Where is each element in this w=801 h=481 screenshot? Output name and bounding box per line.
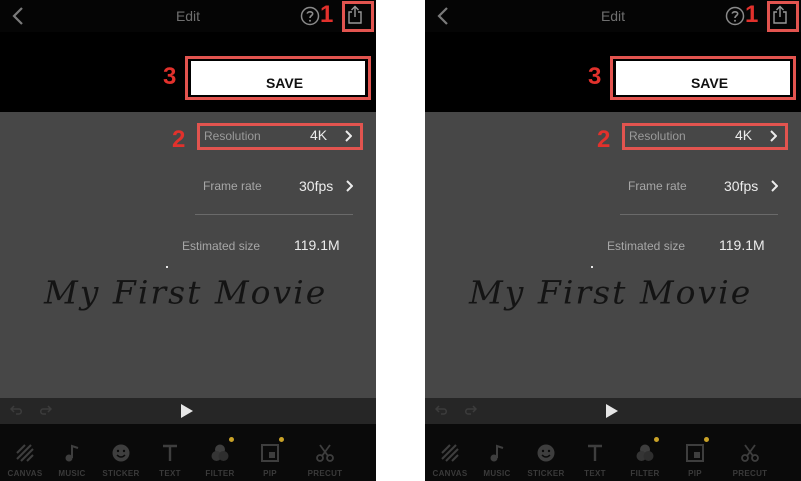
tool-text[interactable]: TEXT	[570, 424, 620, 481]
callout-number-3: 3	[163, 63, 177, 90]
tool-more[interactable]	[783, 424, 801, 481]
save-button[interactable]: SAVE	[191, 61, 365, 95]
tool-label: TEXT	[584, 469, 606, 478]
tool-pip[interactable]: PIP	[670, 424, 720, 481]
callout-box-share	[342, 1, 374, 32]
callout-number-2: 2	[172, 126, 186, 153]
screenshot-panel-left: Edit 1 SAVE 3 2 Resolution 4K Frame rate…	[0, 0, 376, 481]
estimated-size-label: Estimated size	[607, 239, 686, 253]
resolution-chevron-icon[interactable]	[769, 130, 777, 142]
estimated-size-value: 119.1M	[294, 237, 340, 253]
bottom-toolbar: CANVAS MUSIC STICKER TEXT FILTER PIP PRE…	[425, 424, 801, 481]
new-badge	[279, 437, 284, 442]
bottom-toolbar: CANVAS MUSIC STICKER TEXT FILTER PIP PRE…	[0, 424, 376, 481]
tool-label: MUSIC	[483, 469, 511, 478]
sticker-icon	[112, 444, 130, 462]
redo-icon[interactable]	[38, 404, 52, 416]
canvas-icon	[441, 444, 459, 462]
tool-music[interactable]: MUSIC	[47, 424, 97, 481]
canvas-icon	[16, 444, 34, 462]
preview-dot	[166, 266, 168, 268]
playback-bar	[0, 398, 376, 424]
new-badge	[654, 437, 659, 442]
tool-precut[interactable]: PRECUT	[725, 424, 775, 481]
tool-label: FILTER	[630, 469, 660, 478]
help-icon[interactable]	[725, 6, 745, 26]
pip-icon	[686, 444, 704, 462]
text-icon	[588, 444, 602, 461]
frame-rate-chevron-icon[interactable]	[345, 180, 353, 192]
undo-icon[interactable]	[10, 404, 24, 416]
resolution-label: Resolution	[204, 129, 261, 143]
estimated-size-label: Estimated size	[182, 239, 261, 253]
tool-label: MUSIC	[58, 469, 86, 478]
resolution-value[interactable]: 4K	[310, 127, 327, 143]
estimated-size-value: 119.1M	[719, 237, 765, 253]
tool-filter[interactable]: FILTER	[620, 424, 670, 481]
pip-icon	[261, 444, 279, 462]
movie-title-text: My First Movie	[469, 273, 753, 312]
tool-filter[interactable]: FILTER	[195, 424, 245, 481]
tool-label: CANVAS	[432, 469, 468, 478]
undo-icon[interactable]	[435, 404, 449, 416]
tool-label: STICKER	[102, 469, 140, 478]
save-button[interactable]: SAVE	[616, 61, 790, 95]
tool-sticker[interactable]: STICKER	[96, 424, 146, 481]
redo-icon[interactable]	[463, 404, 477, 416]
resolution-value[interactable]: 4K	[735, 127, 752, 143]
tool-label: STICKER	[527, 469, 565, 478]
sticker-icon	[537, 444, 555, 462]
scissors-icon	[316, 444, 334, 462]
frame-rate-chevron-icon[interactable]	[770, 180, 778, 192]
tool-more[interactable]	[358, 424, 376, 481]
callout-number-1: 1	[745, 1, 759, 28]
play-icon[interactable]	[180, 403, 194, 419]
tool-label: TEXT	[159, 469, 181, 478]
divider	[195, 214, 353, 215]
play-icon[interactable]	[605, 403, 619, 419]
callout-number-3: 3	[588, 63, 602, 90]
tool-label: PRECUT	[307, 469, 343, 478]
resolution-chevron-icon[interactable]	[344, 130, 352, 142]
filter-icon	[211, 444, 229, 461]
scissors-icon	[741, 444, 759, 462]
tool-label: CANVAS	[7, 469, 43, 478]
tool-label: PIP	[263, 469, 277, 478]
screenshot-panel-right: Edit 1 SAVE 3 2 Resolution 4K Frame rate…	[425, 0, 801, 481]
callout-number-1: 1	[320, 1, 334, 28]
filter-icon	[636, 444, 654, 461]
playback-bar	[425, 398, 801, 424]
frame-rate-label: Frame rate	[203, 179, 262, 193]
tool-label: FILTER	[205, 469, 235, 478]
frame-rate-label: Frame rate	[628, 179, 687, 193]
tool-sticker[interactable]: STICKER	[521, 424, 571, 481]
music-icon	[490, 444, 504, 462]
tool-text[interactable]: TEXT	[145, 424, 195, 481]
export-settings-area	[0, 112, 376, 398]
tool-canvas[interactable]: CANVAS	[425, 424, 475, 481]
frame-rate-value[interactable]: 30fps	[724, 178, 758, 194]
help-icon[interactable]	[300, 6, 320, 26]
tool-precut[interactable]: PRECUT	[300, 424, 350, 481]
divider	[620, 214, 778, 215]
tool-pip[interactable]: PIP	[245, 424, 295, 481]
tool-canvas[interactable]: CANVAS	[0, 424, 50, 481]
frame-rate-value[interactable]: 30fps	[299, 178, 333, 194]
text-icon	[163, 444, 177, 461]
callout-box-share	[767, 1, 799, 32]
movie-title-text: My First Movie	[44, 273, 328, 312]
tool-music[interactable]: MUSIC	[472, 424, 522, 481]
preview-dot	[591, 266, 593, 268]
callout-number-2: 2	[597, 126, 611, 153]
tool-label: PIP	[688, 469, 702, 478]
resolution-label: Resolution	[629, 129, 686, 143]
music-icon	[65, 444, 79, 462]
more-icon	[373, 443, 376, 463]
new-badge	[229, 437, 234, 442]
export-settings-area	[425, 112, 801, 398]
new-badge	[704, 437, 709, 442]
tool-label: PRECUT	[732, 469, 768, 478]
